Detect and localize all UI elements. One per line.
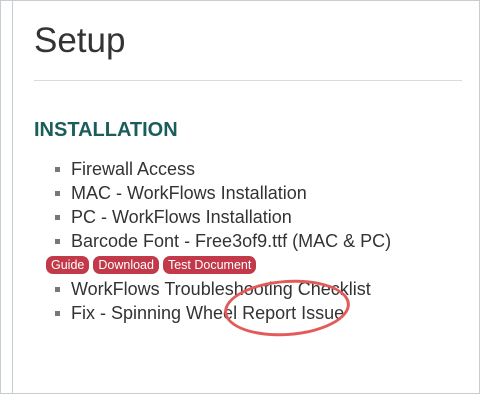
section-title: INSTALLATION (34, 119, 178, 141)
link-troubleshooting-checklist[interactable]: WorkFlows Troubleshooting Checklist (71, 279, 371, 299)
title-divider (34, 80, 462, 81)
bullet-icon (55, 191, 60, 196)
list-item-troubleshooting-checklist: WorkFlows Troubleshooting Checklist (55, 277, 391, 301)
list-item-barcode-font: Barcode Font - Free3of9.ttf (MAC & PC) (55, 229, 391, 253)
installation-list: Firewall Access MAC - WorkFlows Installa… (46, 157, 391, 325)
guide-badge-button[interactable]: Guide (46, 256, 90, 274)
link-spinning-wheel-fix[interactable]: Fix - Spinning Wheel Report Issue (71, 303, 344, 323)
link-pc-installation[interactable]: PC - WorkFlows Installation (71, 207, 292, 227)
content-panel: Setup INSTALLATION Firewall Access MAC -… (12, 0, 480, 394)
bullet-icon (55, 167, 60, 172)
list-item-firewall-access: Firewall Access (55, 157, 391, 181)
link-barcode-font[interactable]: Barcode Font - Free3of9.ttf (MAC & PC) (71, 231, 391, 251)
barcode-font-badges: Guide Download Test Document (13, 253, 391, 277)
list-item-spinning-wheel-fix: Fix - Spinning Wheel Report Issue (55, 301, 391, 325)
test-document-badge-button[interactable]: Test Document (162, 256, 257, 274)
link-firewall-access[interactable]: Firewall Access (71, 159, 195, 179)
page-title: Setup (34, 21, 126, 60)
bullet-icon (55, 239, 60, 244)
download-badge-button[interactable]: Download (93, 256, 159, 274)
bullet-icon (55, 311, 60, 316)
list-item-mac-installation: MAC - WorkFlows Installation (55, 181, 391, 205)
link-mac-installation[interactable]: MAC - WorkFlows Installation (71, 183, 307, 203)
bullet-icon (55, 287, 60, 292)
bullet-icon (55, 215, 60, 220)
list-item-pc-installation: PC - WorkFlows Installation (55, 205, 391, 229)
